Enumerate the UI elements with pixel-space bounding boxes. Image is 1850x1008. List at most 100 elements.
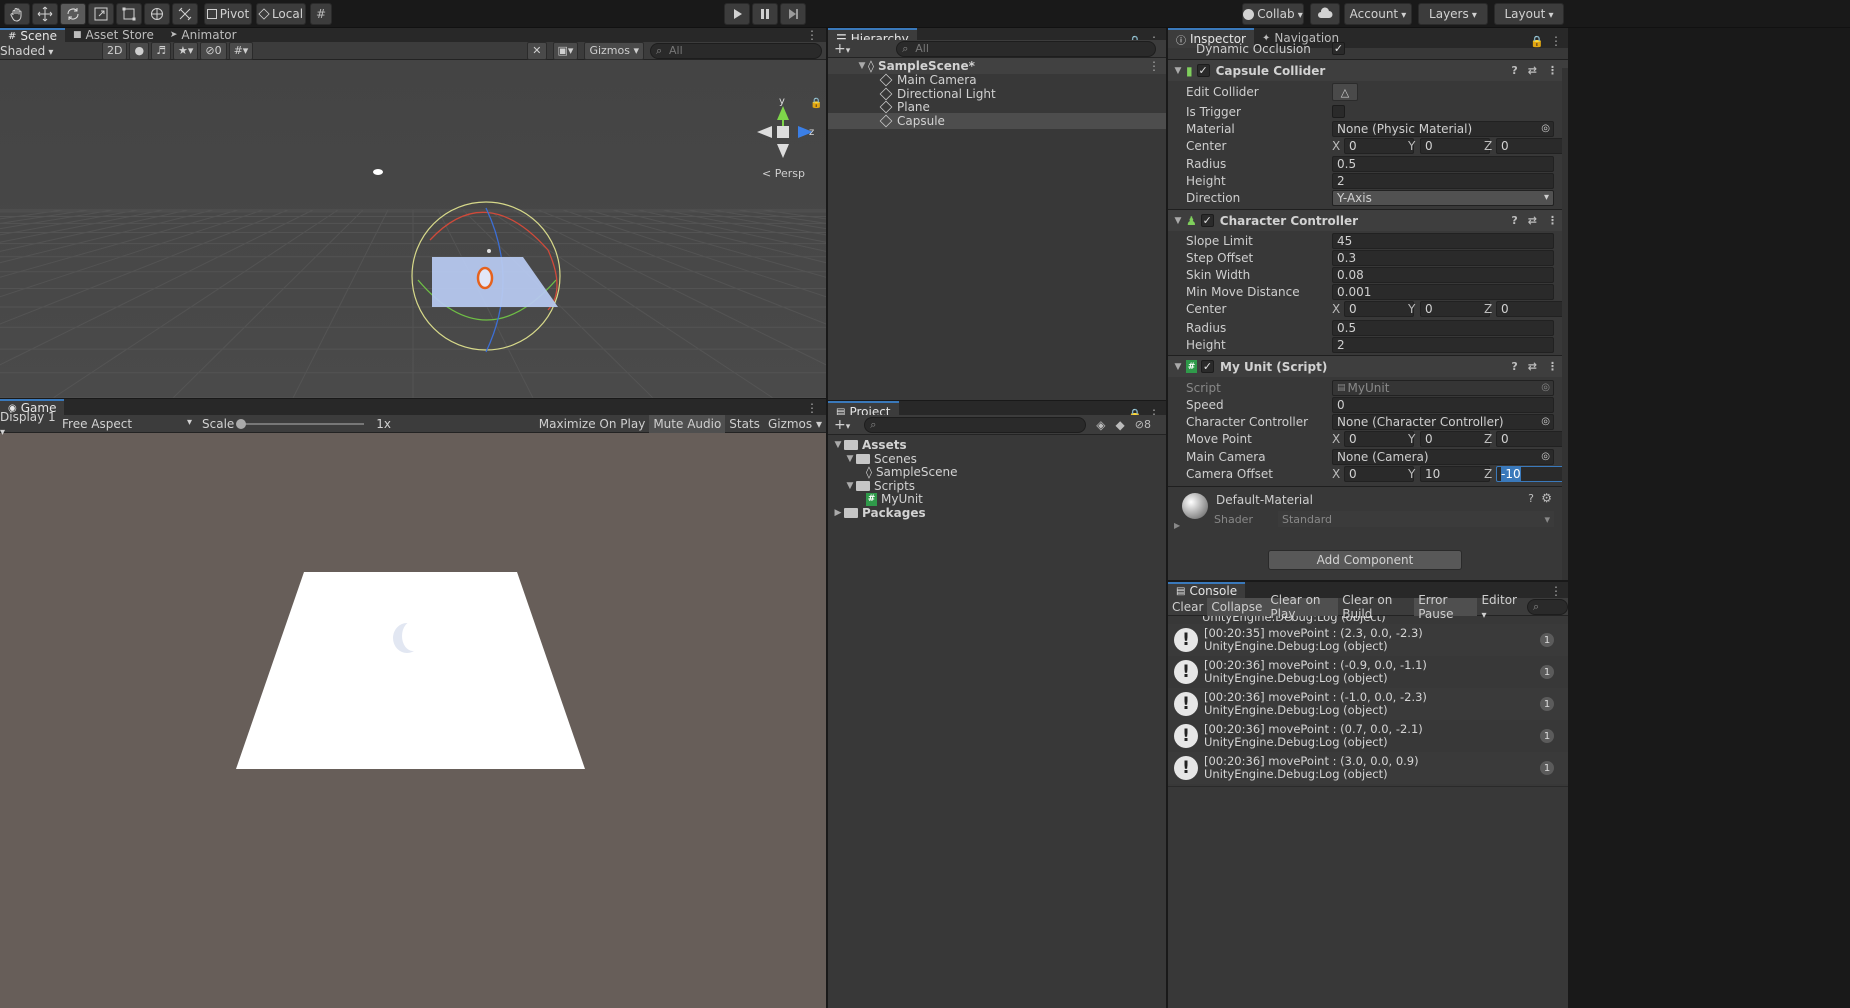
- lighting-toggle[interactable]: ●: [129, 41, 150, 60]
- search-by-type-icon[interactable]: ◈: [1096, 418, 1105, 432]
- project-create-dropdown[interactable]: +▾: [834, 417, 850, 433]
- component-menu-icon[interactable]: ⋮: [1547, 64, 1558, 77]
- clear-on-build-toggle[interactable]: Clear on Build: [1338, 593, 1414, 621]
- stats-toggle[interactable]: Stats: [725, 415, 764, 433]
- rotate-tool-button[interactable]: [60, 3, 86, 25]
- camera-offset-y[interactable]: 10: [1420, 465, 1490, 482]
- console-entry[interactable]: ! [00:20:36] movePoint : (-1.0, 0.0, -2.…: [1168, 688, 1568, 720]
- console-entry[interactable]: ! [00:20:36] movePoint : (0.7, 0.0, -2.1…: [1168, 720, 1568, 752]
- help-icon[interactable]: ?: [1511, 64, 1517, 77]
- editor-dropdown[interactable]: Editor: [1477, 593, 1521, 616]
- collider-center-z[interactable]: 0: [1496, 137, 1566, 154]
- object-picker-icon[interactable]: ◎: [1541, 123, 1550, 134]
- console-clear-button[interactable]: Clear: [1168, 598, 1207, 616]
- min-move-distance-field[interactable]: 0.001: [1332, 283, 1554, 300]
- material-foldout-arrow[interactable]: ▶: [1174, 521, 1180, 530]
- transform-tool-button[interactable]: [144, 3, 170, 25]
- step-button[interactable]: [780, 3, 806, 25]
- console-entry[interactable]: ! [00:20:35] movePoint : (2.3, 0.0, -2.3…: [1168, 624, 1568, 656]
- collider-height-field[interactable]: 2: [1332, 172, 1554, 189]
- tab-console[interactable]: ▤ Console: [1168, 582, 1246, 598]
- dynamic-occlusion-checkbox[interactable]: ✓: [1332, 42, 1345, 55]
- persp-label[interactable]: < Persp: [762, 167, 805, 180]
- help-icon[interactable]: ?: [1511, 360, 1517, 373]
- hand-tool-button[interactable]: [4, 3, 30, 25]
- scene-menu-icon[interactable]: ⋮: [806, 28, 818, 42]
- capsule-collider-header[interactable]: ▼ ▮ ✓ Capsule Collider ? ⇄ ⋮: [1168, 59, 1568, 81]
- console-entry[interactable]: ! [00:20:36] movePoint : (3.0, 0.0, 0.9)…: [1168, 752, 1568, 784]
- collider-center-x[interactable]: 0: [1344, 137, 1414, 154]
- move-point-y[interactable]: 0: [1420, 430, 1490, 447]
- scene-row-menu-icon[interactable]: ⋮: [1148, 59, 1160, 73]
- console-menu-icon[interactable]: ⋮: [1550, 584, 1562, 598]
- cc-height-field[interactable]: 2: [1332, 336, 1554, 353]
- presets-icon[interactable]: ⇄: [1528, 214, 1537, 227]
- grid-dropdown[interactable]: # ▾: [228, 41, 254, 60]
- collider-radius-field[interactable]: 0.5: [1332, 155, 1554, 172]
- shader-dropdown[interactable]: Standard ▾: [1278, 511, 1554, 527]
- game-gizmos-dropdown[interactable]: Gizmos ▾: [764, 415, 826, 433]
- presets-icon[interactable]: ⇄: [1528, 64, 1537, 77]
- tab-asset-store[interactable]: ■ Asset Store: [65, 28, 162, 42]
- camera-offset-x[interactable]: 0: [1344, 465, 1414, 482]
- material-settings-icon[interactable]: ⚙: [1541, 491, 1552, 505]
- game-menu-icon[interactable]: ⋮: [806, 401, 818, 415]
- help-icon[interactable]: ?: [1511, 214, 1517, 227]
- tools-button[interactable]: ✕: [527, 41, 547, 60]
- object-picker-icon[interactable]: ◎: [1541, 451, 1550, 462]
- collider-material-field[interactable]: None (Physic Material) ◎: [1332, 120, 1554, 137]
- layers-dropdown[interactable]: Layers: [1418, 3, 1488, 25]
- hierarchy-search-input[interactable]: All: [896, 40, 1157, 57]
- character-controller-enabled-checkbox[interactable]: ✓: [1200, 214, 1214, 227]
- move-tool-button[interactable]: [32, 3, 58, 25]
- tab-scene[interactable]: # Scene: [0, 28, 65, 43]
- edit-collider-button[interactable]: △: [1332, 83, 1358, 101]
- folder-packages[interactable]: ▶ Packages: [828, 505, 1166, 521]
- cloud-button[interactable]: [1310, 3, 1340, 25]
- camera-offset-z[interactable]: -10: [1496, 465, 1566, 482]
- hidden-packages-toggle[interactable]: ⊘8: [1135, 418, 1151, 431]
- add-component-button[interactable]: Add Component: [1268, 550, 1462, 570]
- account-dropdown[interactable]: Account: [1344, 3, 1412, 25]
- custom-tool-button[interactable]: [172, 3, 198, 25]
- hierarchy-item-capsule[interactable]: Capsule: [828, 113, 1166, 129]
- presets-icon[interactable]: ⇄: [1528, 360, 1537, 373]
- gizmos-dropdown[interactable]: Gizmos ▾: [584, 41, 644, 60]
- my-unit-enabled-checkbox[interactable]: ✓: [1201, 360, 1214, 373]
- material-help-icon[interactable]: ?: [1528, 492, 1534, 505]
- cc-center-y[interactable]: 0: [1420, 300, 1490, 317]
- skin-width-field[interactable]: 0.08: [1332, 266, 1554, 283]
- component-menu-icon[interactable]: ⋮: [1547, 214, 1558, 227]
- character-controller-header[interactable]: ▼ ♟ ✓ Character Controller ? ⇄ ⋮: [1168, 209, 1568, 231]
- cc-center-x[interactable]: 0: [1344, 300, 1414, 317]
- expand-arrow-icon[interactable]: ▼: [856, 61, 868, 71]
- game-view[interactable]: [0, 433, 826, 1008]
- scene-search-input[interactable]: All: [650, 42, 822, 59]
- move-point-z[interactable]: 0: [1496, 430, 1566, 447]
- collider-direction-dropdown[interactable]: Y-Axis ▾: [1332, 189, 1554, 206]
- layout-dropdown[interactable]: Layout: [1494, 3, 1564, 25]
- collab-dropdown[interactable]: Collab: [1242, 3, 1304, 25]
- mute-audio-toggle[interactable]: Mute Audio: [649, 414, 726, 433]
- search-by-label-icon[interactable]: ◆: [1116, 418, 1125, 432]
- capsule-object[interactable]: [476, 266, 494, 290]
- object-picker-icon[interactable]: ◎: [1541, 416, 1550, 427]
- scale-slider[interactable]: Scale 1x: [202, 417, 391, 431]
- slope-limit-field[interactable]: 45: [1332, 232, 1554, 249]
- play-button[interactable]: [724, 3, 750, 25]
- local-toggle[interactable]: Local: [256, 3, 306, 25]
- pivot-toggle[interactable]: Pivot: [204, 3, 252, 25]
- error-pause-toggle[interactable]: Error Pause: [1414, 593, 1478, 621]
- camera-dropdown[interactable]: ▣ ▾: [552, 41, 579, 60]
- main-camera-field[interactable]: None (Camera) ◎: [1332, 448, 1554, 465]
- audio-toggle[interactable]: ♬: [151, 41, 171, 60]
- project-search-input[interactable]: [864, 416, 1087, 433]
- move-point-x[interactable]: 0: [1344, 430, 1414, 447]
- my-unit-script-header[interactable]: ▼ # ✓ My Unit (Script) ? ⇄ ⋮: [1168, 355, 1568, 377]
- grid-snap-button[interactable]: #: [310, 3, 332, 25]
- tab-animator[interactable]: ➤ Animator: [162, 28, 245, 42]
- capsule-collider-enabled-checkbox[interactable]: ✓: [1196, 64, 1210, 77]
- step-offset-field[interactable]: 0.3: [1332, 249, 1554, 266]
- clear-on-play-toggle[interactable]: Clear on Play: [1266, 593, 1339, 621]
- is-trigger-checkbox[interactable]: [1332, 105, 1345, 118]
